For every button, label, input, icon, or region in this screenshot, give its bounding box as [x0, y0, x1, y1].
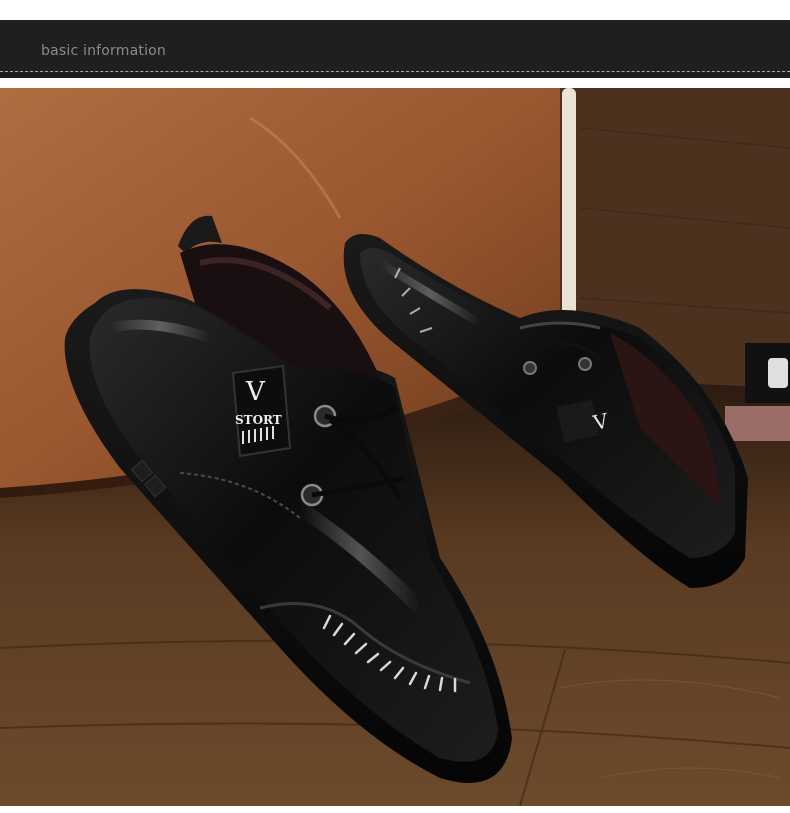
section-title: basic information: [41, 43, 166, 59]
section-header: basic information: [0, 20, 790, 78]
front-shoe-logo-letter: V: [245, 377, 266, 407]
book-pink: [725, 406, 790, 441]
front-shoe-logo-text: STORT: [235, 413, 282, 427]
product-photo: V V STORT: [0, 88, 790, 806]
header-divider: [0, 71, 790, 72]
white-cord: [562, 88, 576, 318]
